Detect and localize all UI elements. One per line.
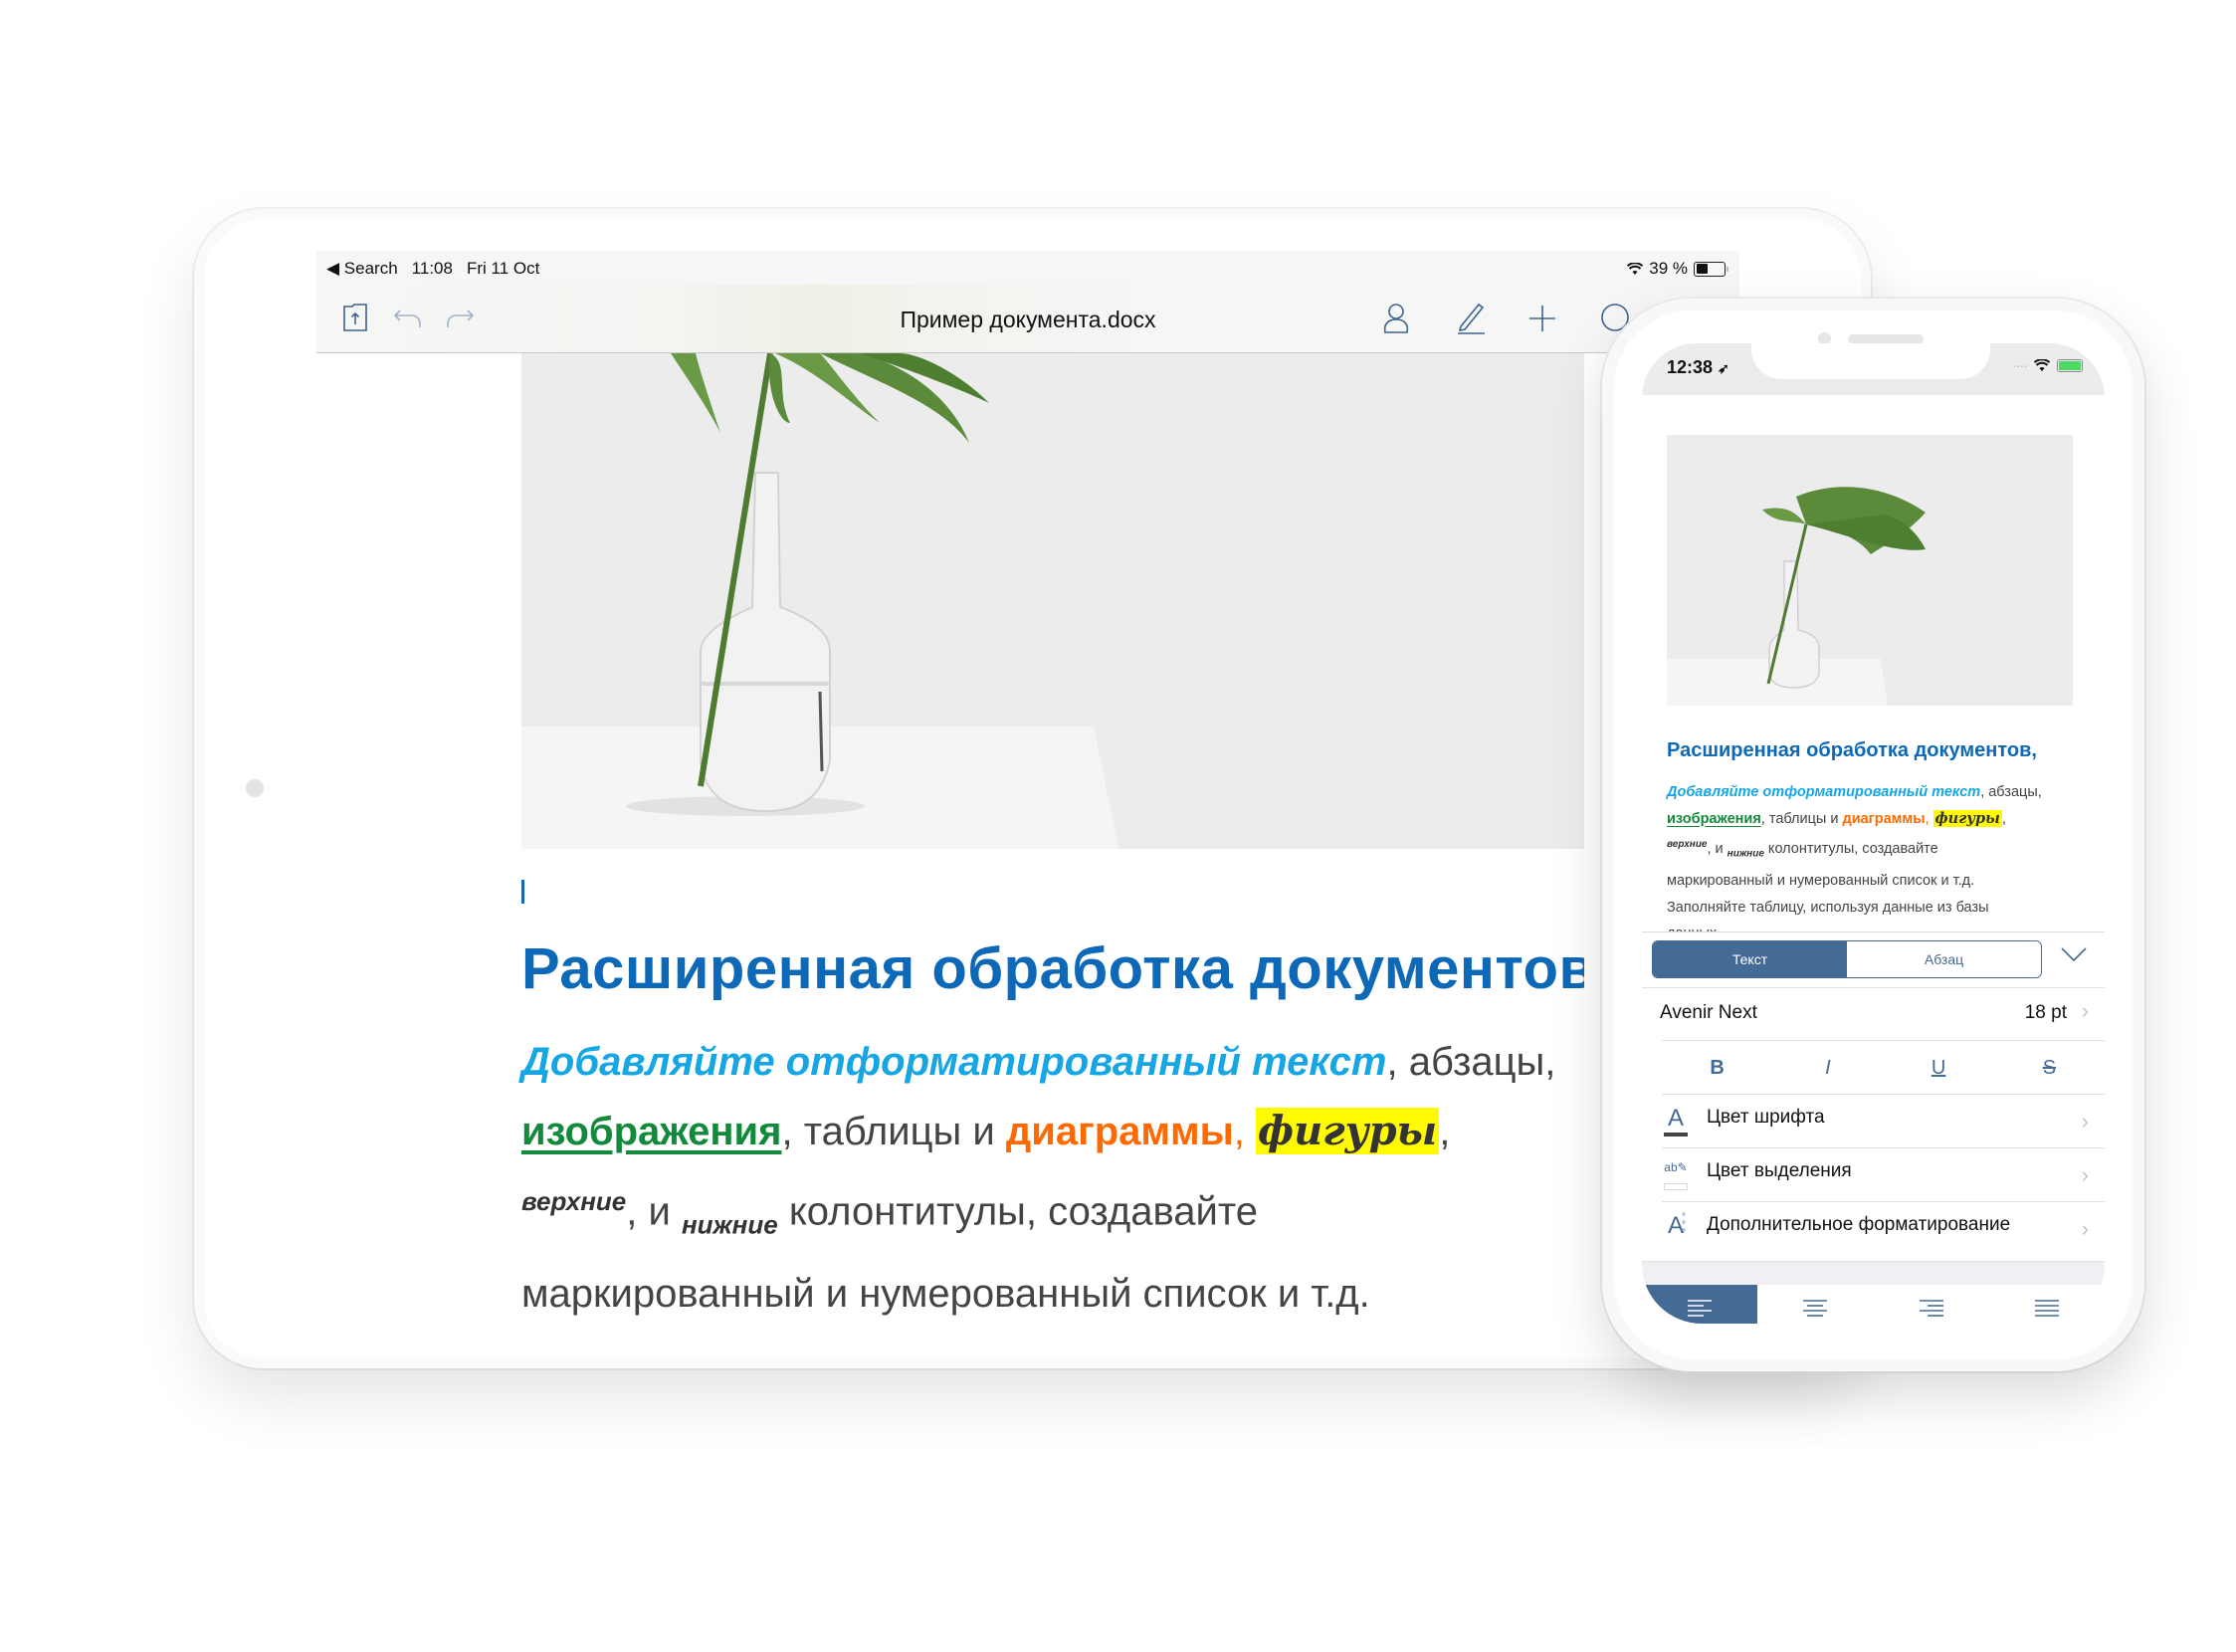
more-formatting-label: Дополнительное форматирование bbox=[1707, 1214, 2011, 1235]
font-color-label: Цвет шрифта bbox=[1707, 1107, 1825, 1128]
format-panel: Текст Абзац Avenir Next 18 pt › B I U S … bbox=[1642, 931, 2105, 1324]
bold-button[interactable]: B bbox=[1662, 1041, 1772, 1095]
charts-text: диаграммы bbox=[1842, 810, 1926, 827]
body-text: , абзацы, bbox=[1980, 784, 2042, 800]
format-tabs: Текст Абзац bbox=[1652, 940, 2042, 978]
highlight-color-row[interactable]: ab✎ Цвет выделения › bbox=[1662, 1147, 2105, 1202]
font-color-icon: A bbox=[1662, 1105, 1690, 1138]
superscript-text: верхние bbox=[1667, 839, 1708, 850]
document-heading[interactable]: Расширенная обработка документов bbox=[521, 935, 1595, 1002]
highlight-color-label: Цвет выделения bbox=[1707, 1160, 1852, 1181]
superscript-text: верхние bbox=[521, 1186, 627, 1216]
status-time: 12:38 ➶ bbox=[1667, 357, 1729, 377]
comma: , bbox=[1925, 810, 1933, 827]
italic-button[interactable]: I bbox=[1772, 1041, 1883, 1095]
status-time: 11:08 bbox=[411, 259, 453, 278]
iphone-screen: 12:38 ➶ ···· Расширенная обработка докум… bbox=[1642, 343, 2105, 1324]
alignment-bar bbox=[1642, 1285, 2105, 1324]
body-text: Заполняйте таблицу, используя данные из … bbox=[1667, 899, 1989, 916]
align-justify-button[interactable] bbox=[1989, 1285, 2105, 1324]
text-cursor bbox=[521, 880, 524, 904]
panel-separator bbox=[1642, 1261, 2105, 1286]
status-date: Fri 11 Oct bbox=[466, 259, 540, 278]
chevron-right-icon: › bbox=[2081, 1109, 2089, 1134]
chevron-right-icon: › bbox=[2081, 998, 2089, 1023]
align-left-icon bbox=[1688, 1300, 1713, 1317]
body-text: маркированный и нумерованный список и т.… bbox=[1667, 873, 1975, 890]
back-to-search-link[interactable]: ◀ Search bbox=[326, 259, 398, 279]
images-text: изображения bbox=[521, 1110, 782, 1153]
body-text: , и bbox=[1707, 840, 1728, 857]
align-left-button[interactable] bbox=[1642, 1285, 1758, 1324]
body-text: , абзацы, bbox=[1386, 1040, 1556, 1084]
align-center-button[interactable] bbox=[1757, 1285, 1873, 1324]
chevron-right-icon: › bbox=[2081, 1216, 2089, 1241]
document-title: Пример документа.docx bbox=[900, 307, 1156, 332]
plus-icon[interactable] bbox=[1528, 305, 1556, 332]
shapes-highlighted-text: фигуры bbox=[1932, 809, 2002, 827]
charts-text: диаграммы bbox=[1005, 1110, 1234, 1153]
body-text: , таблицы и bbox=[781, 1110, 1006, 1153]
tab-paragraph[interactable]: Абзац bbox=[1847, 941, 2041, 977]
subscript-text: нижние bbox=[1727, 848, 1764, 860]
chevron-right-icon: › bbox=[2081, 1162, 2089, 1187]
font-selector-row[interactable]: Avenir Next 18 pt › bbox=[1642, 987, 2105, 1038]
comma: , bbox=[1233, 1110, 1245, 1153]
pencil-icon[interactable] bbox=[1455, 301, 1487, 334]
plant-vase-illustration bbox=[521, 353, 1584, 849]
battery-icon bbox=[1694, 261, 1728, 277]
battery-percent: 39 % bbox=[1649, 259, 1688, 278]
collapse-panel-chevron-icon[interactable] bbox=[2061, 946, 2087, 962]
formatted-text-link: Добавляйте отформатированный текст bbox=[521, 1040, 1387, 1084]
iphone-status-bar: 12:38 ➶ ···· bbox=[1642, 343, 2105, 395]
font-name: Avenir Next bbox=[1660, 1002, 1757, 1023]
formatted-text-link: Добавляйте отформатированный текст bbox=[1667, 784, 1981, 800]
body-text: колонтитулы, создавайте bbox=[777, 1189, 1258, 1234]
wifi-icon bbox=[2034, 358, 2050, 371]
align-right-icon bbox=[1919, 1300, 1943, 1317]
document-heading[interactable]: Расширенная обработка документов, bbox=[1667, 739, 2037, 762]
shapes-highlighted-text: фигуры bbox=[1256, 1108, 1440, 1154]
body-text: , и bbox=[626, 1189, 682, 1234]
ipad-screen: ◀ Search 11:08 Fri 11 Oct 39 % Пример до… bbox=[316, 251, 1739, 1324]
strikethrough-button[interactable]: S bbox=[1994, 1041, 2105, 1095]
wifi-icon bbox=[1627, 262, 1644, 275]
user-icon[interactable] bbox=[1381, 303, 1411, 334]
iphone-notch bbox=[1751, 343, 1990, 379]
ipad-camera-dot bbox=[246, 779, 264, 797]
ipad-status-bar: ◀ Search 11:08 Fri 11 Oct 39 % bbox=[316, 251, 1739, 285]
battery-charging-icon bbox=[2057, 358, 2083, 372]
document-image[interactable] bbox=[521, 353, 1584, 849]
plant-vase-illustration bbox=[1667, 435, 2073, 706]
document-body[interactable]: Добавляйте отформатированный текст, абза… bbox=[521, 1027, 1646, 1324]
more-formatting-row[interactable]: A ° ° ° Дополнительное форматирование › bbox=[1662, 1201, 2105, 1256]
document-image[interactable] bbox=[1667, 435, 2073, 706]
tab-text[interactable]: Текст bbox=[1653, 941, 1847, 977]
images-text: изображения bbox=[1667, 810, 1761, 827]
document-body[interactable]: Добавляйте отформатированный текст, абза… bbox=[1667, 779, 2085, 947]
body-text: , bbox=[1439, 1110, 1451, 1153]
body-text: , bbox=[2001, 810, 2006, 827]
highlight-color-icon: ab✎ bbox=[1662, 1158, 1690, 1192]
subscript-text: нижние bbox=[681, 1209, 778, 1240]
body-text: маркированный и нумерованный список и т.… bbox=[521, 1272, 1370, 1317]
font-color-row[interactable]: A Цвет шрифта › bbox=[1662, 1094, 2105, 1148]
body-text: , таблицы и bbox=[1760, 810, 1843, 827]
ipad-toolbar: Пример документа.docx bbox=[316, 285, 1739, 353]
signal-dots-icon: ···· bbox=[2012, 357, 2028, 373]
location-arrow-icon: ➶ bbox=[1718, 360, 1729, 376]
font-size: 18 pt bbox=[2024, 1002, 2067, 1023]
underline-button[interactable]: U bbox=[1884, 1041, 1994, 1095]
align-center-icon bbox=[1803, 1300, 1828, 1317]
body-text: колонтитулы, создавайте bbox=[1763, 840, 1938, 857]
align-right-button[interactable] bbox=[1874, 1285, 1989, 1324]
text-style-buttons: B I U S bbox=[1662, 1040, 2105, 1095]
align-justify-icon bbox=[2034, 1300, 2059, 1317]
more-formatting-icon: A ° ° ° bbox=[1667, 1212, 1686, 1239]
